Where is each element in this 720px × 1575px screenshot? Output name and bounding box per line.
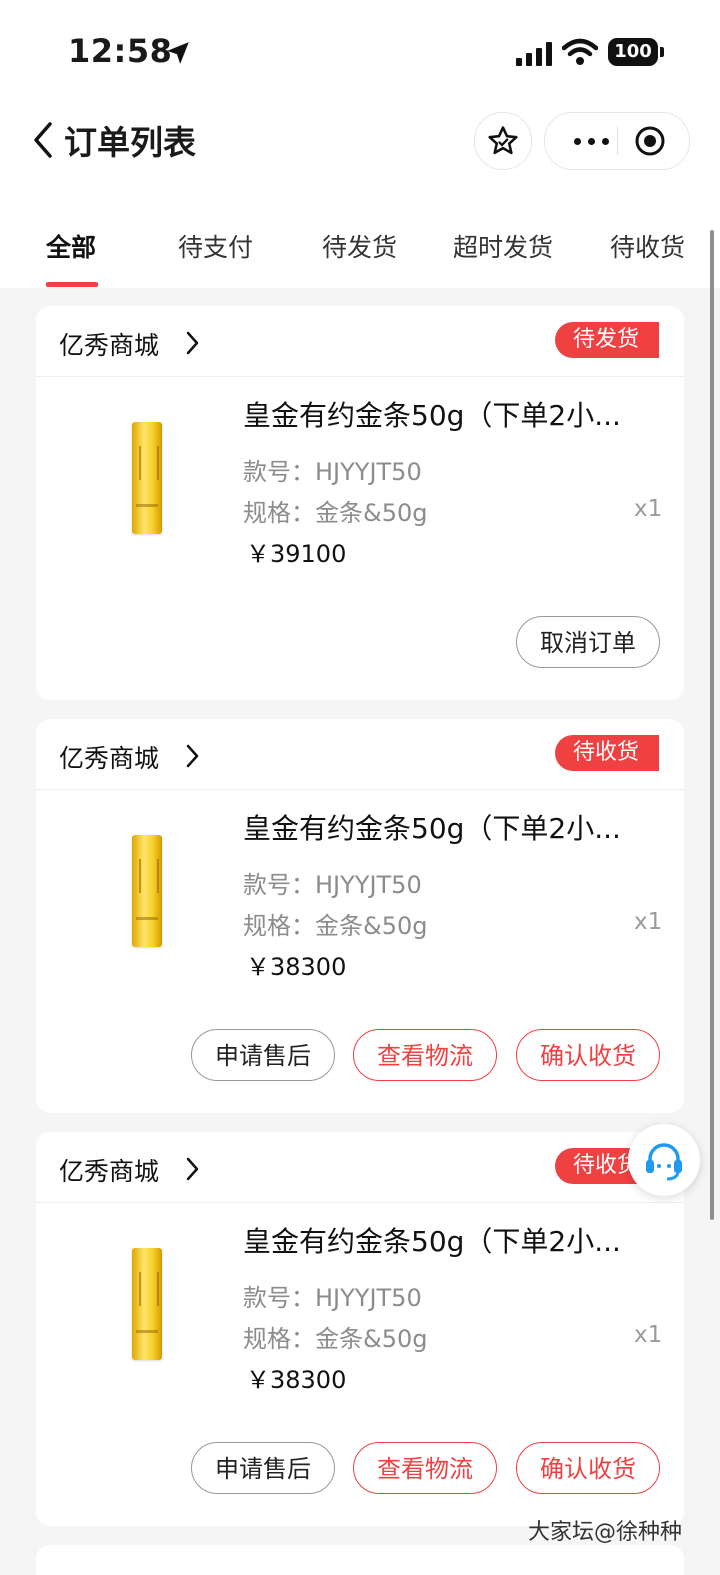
quantity: x1 <box>634 909 663 935</box>
tab-pending-receipt[interactable]: 待收货 <box>610 228 685 264</box>
style-number-label: 款号： <box>243 458 315 486</box>
price: ￥39100 <box>246 540 347 568</box>
quantity: x1 <box>634 1322 663 1348</box>
order-card-header: 亿秀商城 待发货 <box>36 306 684 377</box>
style-number: 款号：HJYYJT50 <box>243 452 422 487</box>
favorite-button[interactable] <box>474 112 532 170</box>
confirm-receipt-button[interactable]: 确认收货 <box>516 1029 660 1081</box>
spec-value: 金条&50g <box>315 912 428 940</box>
style-number: 款号：HJYYJT50 <box>243 865 422 900</box>
status-bar: 12:58 100 <box>0 0 720 100</box>
tab-overdue-shipment[interactable]: 超时发货 <box>453 228 553 264</box>
miniprogram-capsule <box>544 112 690 170</box>
customer-service-button[interactable] <box>628 1124 700 1196</box>
quantity: x1 <box>634 496 663 522</box>
order-card-header: 亿秀商城 待收货 <box>36 1132 684 1203</box>
chevron-right-icon[interactable] <box>182 330 202 356</box>
product-title[interactable]: 皇金有约金条50g（下单2小... <box>243 1220 663 1260</box>
product-title[interactable]: 皇金有约金条50g（下单2小... <box>243 807 663 847</box>
style-number-label: 款号： <box>243 871 315 899</box>
battery-icon: 100 <box>608 38 658 66</box>
price: ￥38300 <box>246 953 347 981</box>
spec: 规格：金条&50g <box>243 493 428 528</box>
product-title[interactable]: 皇金有约金条50g（下单2小... <box>243 394 663 434</box>
battery-tip <box>660 47 664 57</box>
tab-pending-payment[interactable]: 待支付 <box>178 228 253 264</box>
scrollbar[interactable] <box>710 230 714 1220</box>
more-icon[interactable] <box>565 127 617 155</box>
chevron-right-icon[interactable] <box>182 1156 202 1182</box>
wifi-icon <box>562 38 598 65</box>
spec-value: 金条&50g <box>315 499 428 527</box>
chevron-right-icon[interactable] <box>182 743 202 769</box>
close-miniprogram-icon[interactable] <box>634 125 666 157</box>
spec-value: 金条&50g <box>315 1325 428 1353</box>
shop-name[interactable]: 亿秀商城 <box>59 739 159 775</box>
star-icon <box>488 126 518 155</box>
order-tabs: 全部 待支付 待发货 超时发货 待收货 <box>0 200 720 288</box>
active-tab-indicator <box>46 282 98 287</box>
spec: 规格：金条&50g <box>243 906 428 941</box>
spec-label: 规格： <box>243 499 315 527</box>
location-arrow-icon <box>167 42 189 64</box>
order-card[interactable]: 亿秀商城 待收货 皇金有约金条50g（下单2小... 款号：HJYYJT50 规… <box>36 719 684 1113</box>
order-card[interactable]: 亿秀商城 待发货 皇金有约金条50g（下单2小... 款号：HJYYJT50 规… <box>36 306 684 700</box>
spec: 规格：金条&50g <box>243 1319 428 1354</box>
status-badge: 待发货 <box>555 322 660 358</box>
cellular-signal-icon <box>516 42 552 66</box>
tab-pending-shipment[interactable]: 待发货 <box>322 228 397 264</box>
page-title: 订单列表 <box>64 123 196 162</box>
capsule-divider <box>617 127 618 155</box>
status-badge: 待收货 <box>555 735 660 771</box>
gold-bar-image[interactable] <box>132 422 162 534</box>
shop-name[interactable]: 亿秀商城 <box>59 326 159 362</box>
after-sales-button[interactable]: 申请售后 <box>191 1442 335 1494</box>
style-number-value: HJYYJT50 <box>315 1284 422 1312</box>
after-sales-button[interactable]: 申请售后 <box>191 1029 335 1081</box>
spec-label: 规格： <box>243 1325 315 1353</box>
next-order-card[interactable] <box>36 1545 684 1575</box>
back-chevron-icon[interactable] <box>28 120 58 160</box>
price: ￥38300 <box>246 1366 347 1394</box>
confirm-receipt-button[interactable]: 确认收货 <box>516 1442 660 1494</box>
gold-bar-image[interactable] <box>132 1248 162 1360</box>
style-number-label: 款号： <box>243 1284 315 1312</box>
spec-label: 规格： <box>243 912 315 940</box>
style-number-value: HJYYJT50 <box>315 458 422 486</box>
gold-bar-image[interactable] <box>132 835 162 947</box>
view-logistics-button[interactable]: 查看物流 <box>353 1442 497 1494</box>
style-number-value: HJYYJT50 <box>315 871 422 899</box>
view-logistics-button[interactable]: 查看物流 <box>353 1029 497 1081</box>
cancel-order-button[interactable]: 取消订单 <box>516 616 660 668</box>
tab-all[interactable]: 全部 <box>46 228 96 264</box>
shop-name[interactable]: 亿秀商城 <box>59 1152 159 1188</box>
order-card[interactable]: 亿秀商城 待收货 皇金有约金条50g（下单2小... 款号：HJYYJT50 规… <box>36 1132 684 1526</box>
status-time: 12:58 <box>68 32 173 70</box>
headset-icon <box>646 1143 682 1181</box>
watermark: 大家坛@徐种种 <box>528 1520 683 1545</box>
style-number: 款号：HJYYJT50 <box>243 1278 422 1313</box>
nav-bar: 订单列表 <box>0 100 720 200</box>
order-card-header: 亿秀商城 待收货 <box>36 719 684 790</box>
